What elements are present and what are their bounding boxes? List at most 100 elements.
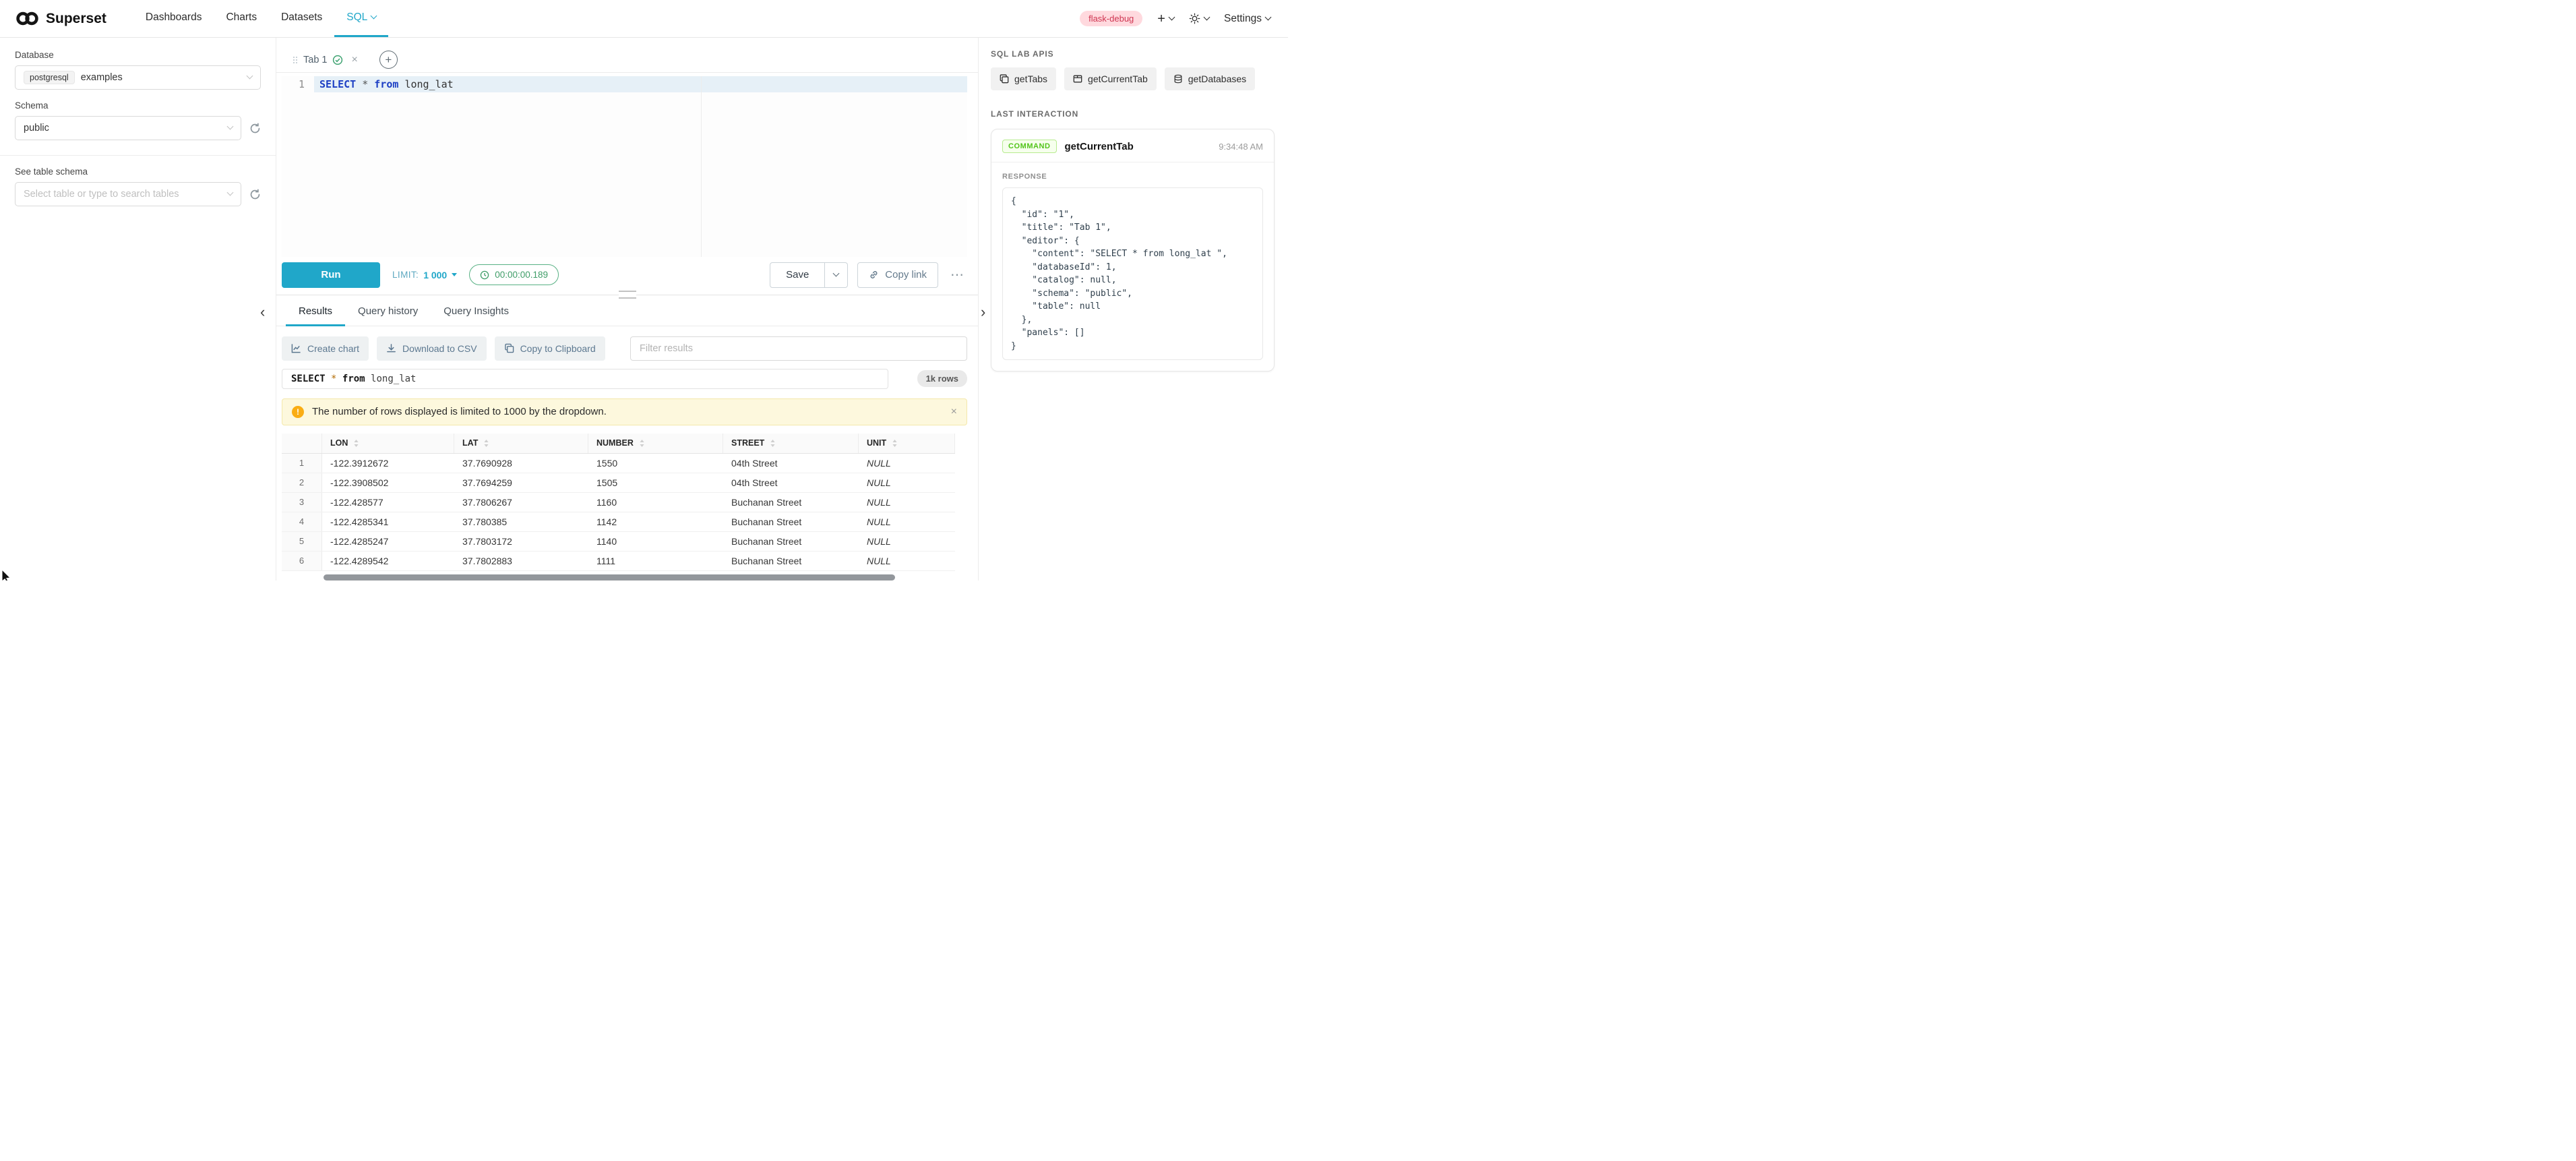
copy-icon (504, 343, 514, 353)
column-label: NUMBER (596, 438, 634, 448)
column-header-lat[interactable]: LAT (454, 434, 588, 453)
limit-dropdown[interactable]: LIMIT: 1 000 (392, 270, 457, 280)
response-json: { "id": "1", "title": "Tab 1", "editor":… (1011, 195, 1254, 353)
brand[interactable]: Superset (15, 0, 106, 37)
copy-link-button[interactable]: Copy link (857, 262, 938, 288)
drag-handle[interactable] (619, 291, 636, 299)
tab-title: Tab 1 (303, 55, 327, 65)
sql-token: from (374, 78, 398, 90)
new-item-button[interactable]: + (1157, 12, 1174, 26)
filter-results-input[interactable] (630, 336, 967, 361)
collapse-sidebar-arrow[interactable]: ‹ (260, 305, 265, 320)
theme-toggle-button[interactable] (1189, 13, 1209, 24)
sqllab-sidebar: Database postgresql examples Schema publ… (0, 38, 276, 580)
chevron-down-icon (833, 270, 840, 276)
create-chart-button[interactable]: Create chart (282, 336, 369, 361)
sql-token: long_lat (371, 374, 416, 384)
chevron-down-icon (371, 13, 377, 20)
caret-down-icon (452, 273, 457, 276)
tab-close-icon[interactable]: × (351, 55, 357, 65)
editor-tab[interactable]: Tab 1 × (286, 47, 365, 73)
column-header-number[interactable]: NUMBER (588, 434, 723, 453)
code-editor[interactable]: 1 SELECT * from long_lat (282, 76, 967, 257)
schema-row: public (15, 116, 261, 140)
table-cell: 37.7802883 (454, 552, 588, 570)
getDatabases-button[interactable]: getDatabases (1165, 67, 1255, 90)
column-header-street[interactable]: STREET (723, 434, 859, 453)
column-header-lon[interactable]: LON (322, 434, 454, 453)
nav-item-sql[interactable]: SQL (334, 0, 388, 37)
schema-select[interactable]: public (15, 116, 241, 140)
expand-panel-arrow[interactable]: › (981, 305, 985, 320)
sort-icon[interactable] (892, 439, 898, 448)
results-tab-query-history[interactable]: Query history (345, 297, 431, 326)
chevron-down-icon (1204, 13, 1210, 20)
last-interaction-card: COMMAND getCurrentTab 9:34:48 AM RESPONS… (991, 129, 1275, 371)
getCurrentTab-button[interactable]: getCurrentTab (1064, 67, 1157, 90)
more-options-button[interactable]: ⋯ (948, 266, 967, 283)
refresh-schemas-icon[interactable] (249, 123, 261, 134)
table-cell: 1142 (588, 512, 723, 531)
sql-editor-area: Tab 1 × + 1 SELECT * from long_lat Run L… (276, 38, 978, 580)
table-cell: 04th Street (723, 454, 859, 473)
sun-icon (1189, 13, 1200, 24)
getTabs-button[interactable]: getTabs (991, 67, 1056, 90)
download-to-csv-button[interactable]: Download to CSV (377, 336, 487, 361)
command-name: getCurrentTab (1065, 141, 1134, 152)
chevron-down-icon (1169, 13, 1175, 20)
table-cell: 37.7806267 (454, 493, 588, 512)
sort-icon[interactable] (770, 439, 776, 448)
add-tab-button[interactable]: + (379, 51, 398, 69)
database-select[interactable]: postgresql examples (15, 65, 261, 90)
column-label: STREET (731, 438, 764, 448)
save-button[interactable]: Save (770, 262, 825, 288)
nav-menu: DashboardsChartsDatasetsSQL (133, 0, 388, 37)
run-button[interactable]: Run (282, 262, 380, 288)
table-cell: Buchanan Street (723, 532, 859, 551)
copy-link-label: Copy link (885, 269, 927, 280)
sort-icon[interactable] (483, 439, 489, 448)
table-select[interactable]: Select table or type to search tables (15, 182, 241, 206)
api-button-label: getDatabases (1188, 73, 1246, 84)
scrollbar-thumb[interactable] (324, 574, 895, 580)
chevron-down-icon (227, 123, 234, 130)
nav-item-dashboards[interactable]: Dashboards (133, 0, 214, 37)
table-body: 1-122.391267237.7690928155004th StreetNU… (282, 454, 955, 571)
table-cell: NULL (859, 532, 955, 551)
sql-token (365, 374, 371, 384)
copy-to-clipboard-button[interactable]: Copy to Clipboard (495, 336, 605, 361)
table-cell: NULL (859, 473, 955, 492)
chevron-down-icon (1265, 13, 1272, 20)
results-tab-query-insights[interactable]: Query Insights (431, 297, 522, 326)
horizontal-scrollbar[interactable] (282, 574, 955, 580)
results-tab-results[interactable]: Results (286, 297, 345, 326)
sql-token: long_lat (404, 78, 453, 90)
last-interaction-title: LAST INTERACTION (991, 109, 1275, 119)
plus-icon: + (1157, 12, 1165, 26)
table-header: LON LAT NUMBER STREET UNIT (282, 434, 955, 454)
tabs-icon (1000, 74, 1009, 84)
column-header-unit[interactable]: UNIT (859, 434, 955, 453)
api-buttons: getTabs getCurrentTab getDatabases (991, 67, 1275, 90)
refresh-tables-icon[interactable] (249, 189, 261, 200)
settings-menu[interactable]: Settings (1224, 13, 1270, 25)
chart-icon (291, 343, 301, 353)
save-options-caret[interactable] (825, 262, 848, 288)
table-cell: NULL (859, 493, 955, 512)
results-tabbar: ResultsQuery historyQuery Insights (276, 297, 978, 326)
column-label: LON (330, 438, 348, 448)
alert-close-icon[interactable]: × (951, 407, 957, 417)
response-label: RESPONSE (1002, 173, 1263, 181)
sort-icon[interactable] (639, 439, 645, 448)
table-row: Select table or type to search tables (15, 182, 261, 206)
row-count-badge: 1k rows (917, 370, 967, 387)
nav-item-charts[interactable]: Charts (214, 0, 269, 37)
table-cell: -122.3912672 (322, 454, 454, 473)
nav-item-datasets[interactable]: Datasets (269, 0, 334, 37)
sort-icon[interactable] (353, 439, 359, 448)
nav-right: flask-debug + Settings (1080, 0, 1270, 37)
chevron-down-icon (247, 73, 253, 80)
environment-badge: flask-debug (1080, 11, 1142, 26)
sql-token (336, 374, 342, 384)
sql-token (356, 78, 362, 90)
